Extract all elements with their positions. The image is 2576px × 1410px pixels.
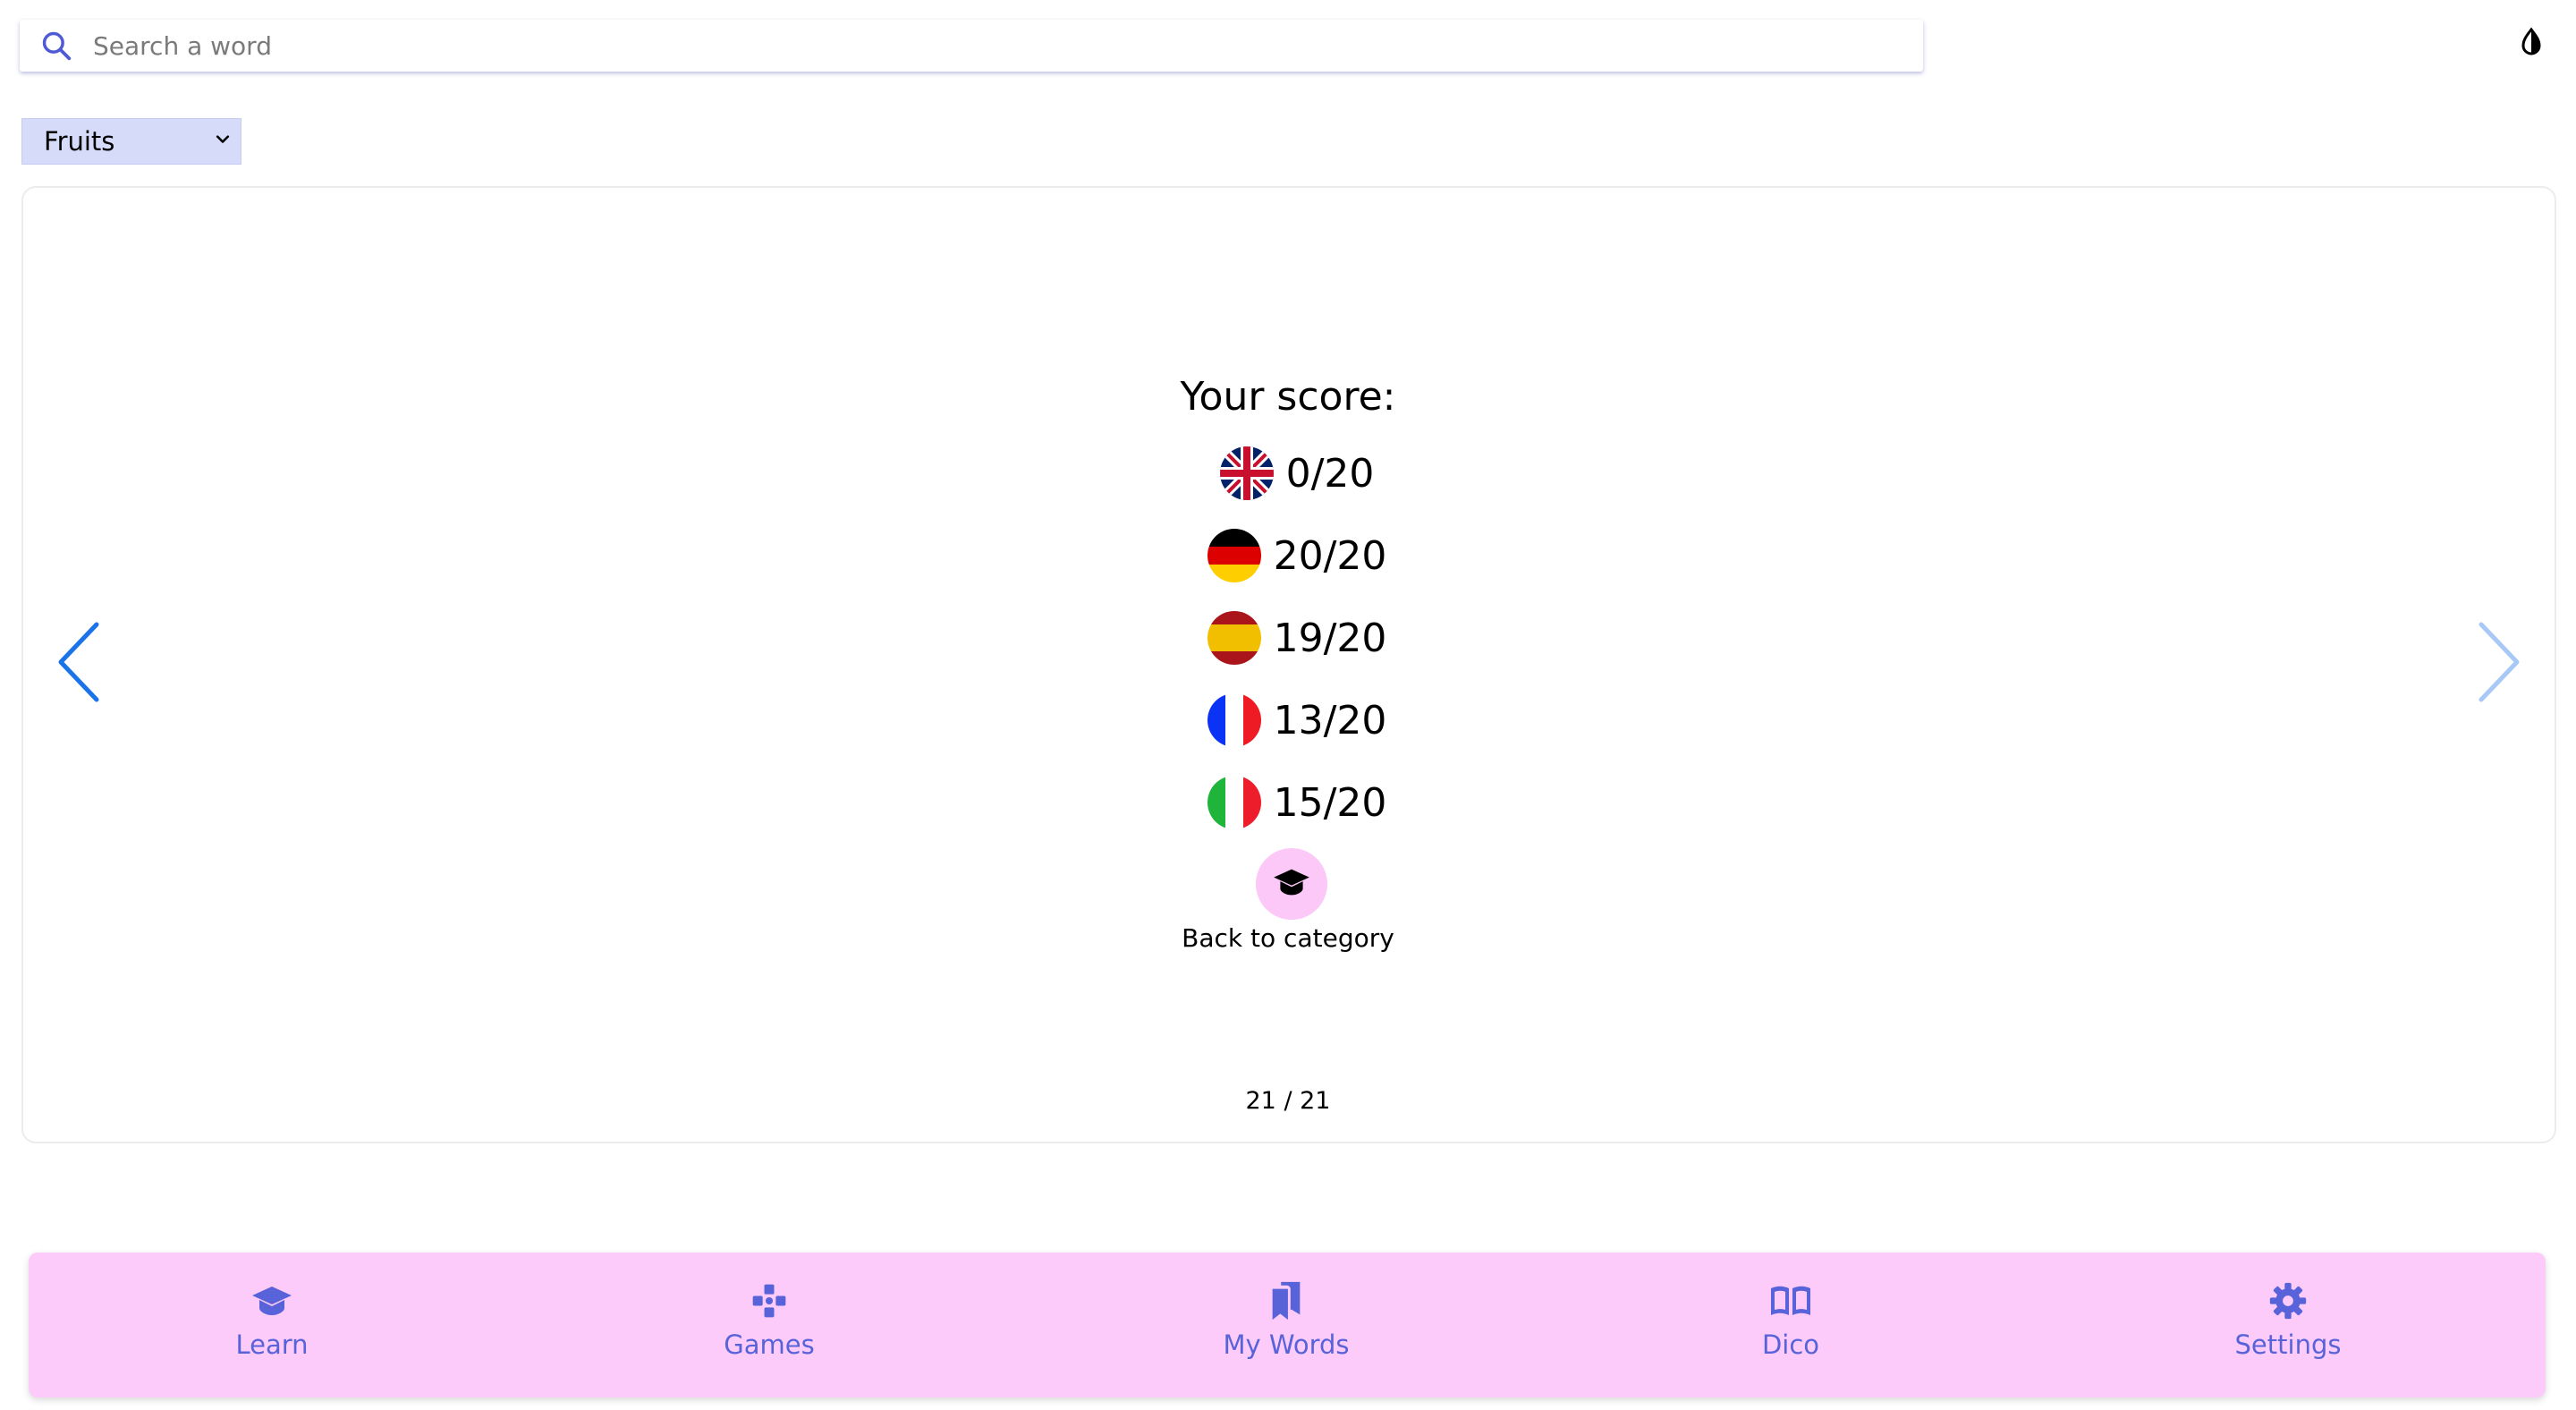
graduation-cap-icon (1272, 866, 1311, 902)
gear-icon (2267, 1279, 2309, 1322)
nav-item-learn[interactable]: Learn (156, 1279, 388, 1378)
chevron-left-icon (54, 621, 104, 707)
search-input[interactable] (91, 22, 1794, 69)
score-row-english: 0/20 (1154, 446, 1440, 500)
uk-flag-icon (1219, 446, 1274, 500)
previous-button[interactable] (52, 621, 106, 707)
bottom-navigation: Learn Games My Words Dico Settings (29, 1253, 2546, 1397)
nav-item-dico[interactable]: Dico (1674, 1279, 1907, 1378)
quiz-result-card (21, 186, 2556, 1143)
back-to-category-label[interactable]: Back to category (1109, 923, 1467, 953)
score-value: 13/20 (1273, 697, 1387, 743)
score-title: Your score: (1180, 374, 1396, 420)
page-counter: 21 / 21 (1245, 1087, 1331, 1115)
contrast-icon (2515, 27, 2547, 63)
nav-label: Learn (235, 1329, 309, 1360)
open-book-icon (1769, 1279, 1812, 1322)
next-button[interactable] (2472, 621, 2526, 707)
category-select-value: Fruits (44, 126, 115, 157)
spain-flag-icon (1207, 611, 1261, 665)
score-row-german: 20/20 (1154, 529, 1440, 582)
search-icon (39, 29, 73, 63)
gamepad-icon (748, 1279, 791, 1322)
nav-item-games[interactable]: Games (653, 1279, 886, 1378)
category-select[interactable]: Fruits (21, 118, 242, 165)
france-flag-icon (1207, 693, 1261, 747)
back-to-category-button[interactable] (1256, 848, 1327, 920)
nav-label: My Words (1223, 1329, 1350, 1360)
score-row-italian: 15/20 (1154, 776, 1440, 829)
chevron-right-icon (2474, 621, 2524, 707)
nav-label: Dico (1761, 1329, 1820, 1360)
search-bar[interactable] (20, 20, 1923, 72)
nav-item-my-words[interactable]: My Words (1170, 1279, 1402, 1378)
italy-flag-icon (1207, 776, 1261, 829)
nav-label: Settings (2234, 1329, 2342, 1360)
germany-flag-icon (1207, 529, 1261, 582)
score-value: 20/20 (1273, 532, 1387, 579)
chevron-down-icon (214, 131, 232, 152)
score-row-french: 13/20 (1154, 693, 1440, 747)
bookmarks-icon (1265, 1279, 1308, 1322)
score-value: 15/20 (1273, 779, 1387, 826)
nav-item-settings[interactable]: Settings (2172, 1279, 2404, 1378)
score-value: 19/20 (1273, 615, 1387, 661)
graduation-cap-icon (250, 1279, 293, 1322)
theme-toggle-button[interactable] (2513, 27, 2549, 63)
score-row-spanish: 19/20 (1154, 611, 1440, 665)
score-value: 0/20 (1285, 450, 1375, 497)
nav-label: Games (724, 1329, 815, 1360)
